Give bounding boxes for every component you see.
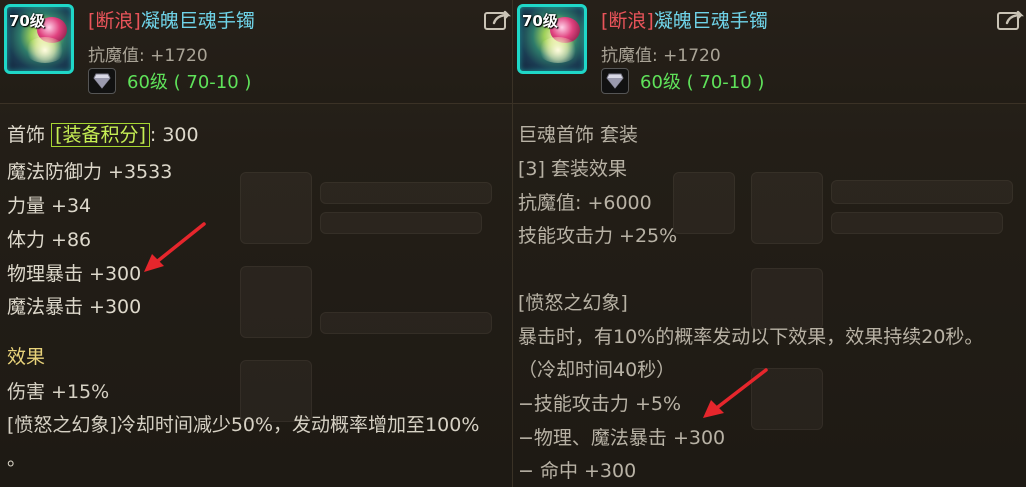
set-line: −技能攻击力 +5% (518, 393, 682, 415)
tooltip-header: 70级 [断浪]凝魄巨魂手镯 抗魔值: +1720 60级 ( 70-10 ) (0, 0, 512, 104)
glow-icon (538, 37, 578, 63)
background-slot (751, 268, 823, 330)
item-tag: [断浪] (601, 10, 654, 32)
set-name: 巨魂首饰 套装 (518, 124, 639, 146)
resist-stat: 抗魔值: +1720 (88, 46, 208, 66)
set-line: 抗魔值: +6000 (518, 192, 652, 214)
glow-icon (25, 37, 65, 63)
tooltip-header: 70级 [断浪]凝魄巨魂手镯 抗魔值: +1720 60级 ( 70-10 ) (513, 0, 1026, 104)
level-requirement: 60级 ( 70-10 ) (127, 72, 252, 93)
item-title: 凝魄巨魂手镯 (653, 10, 768, 32)
set-line: 技能攻击力 +25% (518, 225, 678, 247)
set-line: −物理、魔法暴击 +300 (518, 427, 726, 449)
equip-score-value: : 300 (149, 124, 199, 146)
equip-score-label[interactable]: [装备积分] (51, 123, 150, 147)
diamond-icon (601, 68, 629, 94)
background-text (320, 212, 482, 234)
stat-line: 体力 +86 (7, 229, 92, 251)
background-text (320, 182, 492, 204)
stat-line: 力量 +34 (7, 195, 92, 217)
set-effect-title: [3] 套装效果 (518, 158, 627, 180)
set-line: − 命中 +300 (518, 460, 637, 482)
background-slot (673, 172, 735, 234)
effect-line: [愤怒之幻象]冷却时间减少50%，发动概率增加至100% (7, 414, 480, 436)
set-line: （冷却时间40秒） (518, 359, 676, 381)
share-icon[interactable] (997, 9, 1025, 31)
stat-line: 物理暴击 +300 (7, 263, 142, 285)
item-name: [断浪]凝魄巨魂手镯 (88, 6, 255, 33)
item-name: [断浪]凝魄巨魂手镯 (601, 6, 768, 33)
item-category: 首饰 (7, 124, 46, 146)
background-text (320, 312, 492, 334)
background-slot (240, 266, 312, 338)
item-tag: [断浪] (88, 10, 141, 32)
stat-line: 魔法防御力 +3533 (7, 161, 173, 183)
background-slot (751, 172, 823, 244)
background-slot (240, 172, 312, 244)
effect-line: 伤害 +15% (7, 381, 110, 403)
stat-line: 魔法暴击 +300 (7, 296, 142, 318)
set-skill-title: [愤怒之幻象] (518, 292, 628, 314)
background-text (831, 212, 1003, 234)
effect-line: 。 (7, 448, 27, 470)
item-tooltip-right: 70级 [断浪]凝魄巨魂手镯 抗魔值: +1720 60级 ( 70-10 ) … (512, 0, 1026, 487)
red-arrow-icon (703, 368, 768, 418)
item-tooltip-left: 70级 [断浪]凝魄巨魂手镯 抗魔值: +1720 60级 ( 70-10 ) … (0, 0, 512, 487)
share-icon[interactable] (484, 9, 512, 31)
background-text (831, 180, 1013, 204)
item-title: 凝魄巨魂手镯 (140, 10, 255, 32)
red-arrow-icon (144, 222, 206, 272)
resist-stat: 抗魔值: +1720 (601, 46, 721, 66)
item-level-badge: 70级 (522, 12, 558, 30)
item-level-badge: 70级 (9, 12, 45, 30)
effect-title: 效果 (7, 346, 46, 368)
diamond-icon (88, 68, 116, 94)
equip-score-row: 首饰 [装备积分]: 300 (7, 120, 199, 147)
set-line: 暴击时，有10%的概率发动以下效果，效果持续20秒。 (518, 326, 984, 348)
level-requirement: 60级 ( 70-10 ) (640, 72, 765, 93)
